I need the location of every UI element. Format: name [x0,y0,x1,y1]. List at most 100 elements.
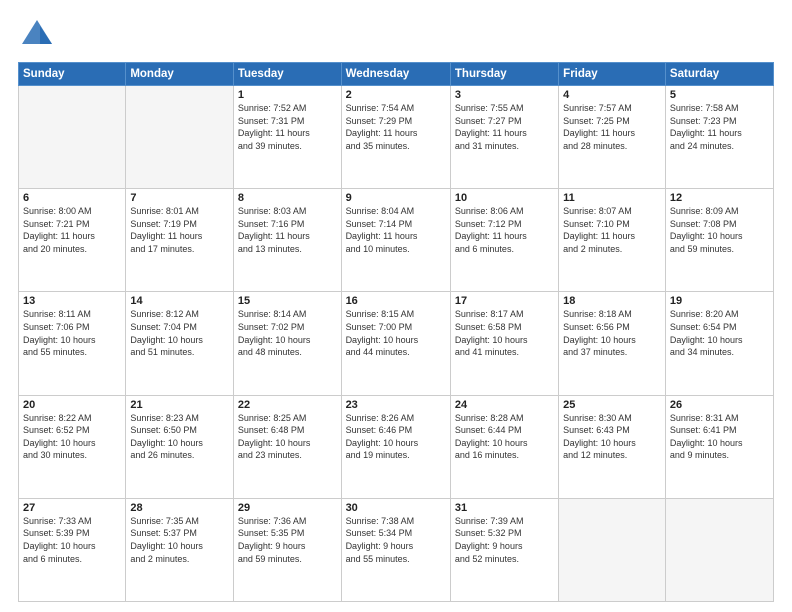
calendar-cell: 17Sunrise: 8:17 AM Sunset: 6:58 PM Dayli… [450,292,558,395]
day-number: 23 [346,399,446,411]
day-detail: Sunrise: 7:38 AM Sunset: 5:34 PM Dayligh… [346,515,446,565]
day-number: 13 [23,295,121,307]
calendar-cell: 23Sunrise: 8:26 AM Sunset: 6:46 PM Dayli… [341,395,450,498]
calendar-cell: 2Sunrise: 7:54 AM Sunset: 7:29 PM Daylig… [341,86,450,189]
calendar-cell: 18Sunrise: 8:18 AM Sunset: 6:56 PM Dayli… [559,292,666,395]
calendar-cell: 5Sunrise: 7:58 AM Sunset: 7:23 PM Daylig… [665,86,773,189]
day-number: 30 [346,502,446,514]
day-detail: Sunrise: 7:52 AM Sunset: 7:31 PM Dayligh… [238,102,337,152]
day-detail: Sunrise: 8:06 AM Sunset: 7:12 PM Dayligh… [455,205,554,255]
day-number: 12 [670,192,769,204]
calendar-cell: 11Sunrise: 8:07 AM Sunset: 7:10 PM Dayli… [559,189,666,292]
day-number: 20 [23,399,121,411]
day-number: 14 [130,295,229,307]
day-detail: Sunrise: 8:31 AM Sunset: 6:41 PM Dayligh… [670,412,769,462]
day-number: 27 [23,502,121,514]
calendar-cell: 6Sunrise: 8:00 AM Sunset: 7:21 PM Daylig… [19,189,126,292]
calendar-cell: 7Sunrise: 8:01 AM Sunset: 7:19 PM Daylig… [126,189,234,292]
day-detail: Sunrise: 8:30 AM Sunset: 6:43 PM Dayligh… [563,412,661,462]
calendar-cell: 15Sunrise: 8:14 AM Sunset: 7:02 PM Dayli… [233,292,341,395]
day-detail: Sunrise: 8:25 AM Sunset: 6:48 PM Dayligh… [238,412,337,462]
calendar-cell: 29Sunrise: 7:36 AM Sunset: 5:35 PM Dayli… [233,498,341,601]
calendar-weekday-monday: Monday [126,63,234,86]
day-number: 16 [346,295,446,307]
calendar-cell: 22Sunrise: 8:25 AM Sunset: 6:48 PM Dayli… [233,395,341,498]
calendar-week-row: 27Sunrise: 7:33 AM Sunset: 5:39 PM Dayli… [19,498,774,601]
calendar-cell [559,498,666,601]
day-number: 5 [670,89,769,101]
day-detail: Sunrise: 7:57 AM Sunset: 7:25 PM Dayligh… [563,102,661,152]
calendar-cell: 13Sunrise: 8:11 AM Sunset: 7:06 PM Dayli… [19,292,126,395]
calendar-cell: 25Sunrise: 8:30 AM Sunset: 6:43 PM Dayli… [559,395,666,498]
day-number: 6 [23,192,121,204]
day-number: 24 [455,399,554,411]
calendar-cell: 30Sunrise: 7:38 AM Sunset: 5:34 PM Dayli… [341,498,450,601]
header [18,16,774,54]
calendar-weekday-tuesday: Tuesday [233,63,341,86]
day-detail: Sunrise: 8:00 AM Sunset: 7:21 PM Dayligh… [23,205,121,255]
day-detail: Sunrise: 8:07 AM Sunset: 7:10 PM Dayligh… [563,205,661,255]
calendar-cell: 12Sunrise: 8:09 AM Sunset: 7:08 PM Dayli… [665,189,773,292]
day-number: 2 [346,89,446,101]
page: SundayMondayTuesdayWednesdayThursdayFrid… [0,0,792,612]
day-number: 25 [563,399,661,411]
day-detail: Sunrise: 8:22 AM Sunset: 6:52 PM Dayligh… [23,412,121,462]
day-number: 21 [130,399,229,411]
calendar-cell: 26Sunrise: 8:31 AM Sunset: 6:41 PM Dayli… [665,395,773,498]
day-number: 18 [563,295,661,307]
calendar-week-row: 13Sunrise: 8:11 AM Sunset: 7:06 PM Dayli… [19,292,774,395]
calendar-cell [126,86,234,189]
calendar-cell: 4Sunrise: 7:57 AM Sunset: 7:25 PM Daylig… [559,86,666,189]
day-detail: Sunrise: 8:12 AM Sunset: 7:04 PM Dayligh… [130,308,229,358]
calendar-cell: 3Sunrise: 7:55 AM Sunset: 7:27 PM Daylig… [450,86,558,189]
calendar-cell: 8Sunrise: 8:03 AM Sunset: 7:16 PM Daylig… [233,189,341,292]
day-detail: Sunrise: 8:01 AM Sunset: 7:19 PM Dayligh… [130,205,229,255]
calendar-weekday-wednesday: Wednesday [341,63,450,86]
calendar-cell: 1Sunrise: 7:52 AM Sunset: 7:31 PM Daylig… [233,86,341,189]
day-number: 22 [238,399,337,411]
day-detail: Sunrise: 8:03 AM Sunset: 7:16 PM Dayligh… [238,205,337,255]
calendar-cell: 14Sunrise: 8:12 AM Sunset: 7:04 PM Dayli… [126,292,234,395]
day-detail: Sunrise: 8:17 AM Sunset: 6:58 PM Dayligh… [455,308,554,358]
day-detail: Sunrise: 8:23 AM Sunset: 6:50 PM Dayligh… [130,412,229,462]
day-detail: Sunrise: 7:55 AM Sunset: 7:27 PM Dayligh… [455,102,554,152]
day-detail: Sunrise: 8:15 AM Sunset: 7:00 PM Dayligh… [346,308,446,358]
calendar-header-row: SundayMondayTuesdayWednesdayThursdayFrid… [19,63,774,86]
calendar-cell: 21Sunrise: 8:23 AM Sunset: 6:50 PM Dayli… [126,395,234,498]
day-number: 11 [563,192,661,204]
day-number: 1 [238,89,337,101]
day-number: 28 [130,502,229,514]
day-number: 31 [455,502,554,514]
calendar-weekday-sunday: Sunday [19,63,126,86]
day-detail: Sunrise: 7:33 AM Sunset: 5:39 PM Dayligh… [23,515,121,565]
calendar-cell: 19Sunrise: 8:20 AM Sunset: 6:54 PM Dayli… [665,292,773,395]
day-detail: Sunrise: 7:36 AM Sunset: 5:35 PM Dayligh… [238,515,337,565]
calendar-cell: 28Sunrise: 7:35 AM Sunset: 5:37 PM Dayli… [126,498,234,601]
day-detail: Sunrise: 8:04 AM Sunset: 7:14 PM Dayligh… [346,205,446,255]
day-detail: Sunrise: 7:54 AM Sunset: 7:29 PM Dayligh… [346,102,446,152]
day-detail: Sunrise: 8:28 AM Sunset: 6:44 PM Dayligh… [455,412,554,462]
day-number: 19 [670,295,769,307]
calendar-cell: 31Sunrise: 7:39 AM Sunset: 5:32 PM Dayli… [450,498,558,601]
day-number: 17 [455,295,554,307]
day-detail: Sunrise: 7:39 AM Sunset: 5:32 PM Dayligh… [455,515,554,565]
calendar-week-row: 20Sunrise: 8:22 AM Sunset: 6:52 PM Dayli… [19,395,774,498]
day-number: 10 [455,192,554,204]
day-detail: Sunrise: 7:35 AM Sunset: 5:37 PM Dayligh… [130,515,229,565]
day-number: 9 [346,192,446,204]
logo-icon [18,16,56,54]
day-number: 4 [563,89,661,101]
calendar-weekday-friday: Friday [559,63,666,86]
calendar-cell [665,498,773,601]
day-number: 26 [670,399,769,411]
calendar-cell: 16Sunrise: 8:15 AM Sunset: 7:00 PM Dayli… [341,292,450,395]
calendar-week-row: 1Sunrise: 7:52 AM Sunset: 7:31 PM Daylig… [19,86,774,189]
day-number: 7 [130,192,229,204]
day-detail: Sunrise: 8:18 AM Sunset: 6:56 PM Dayligh… [563,308,661,358]
calendar-cell: 27Sunrise: 7:33 AM Sunset: 5:39 PM Dayli… [19,498,126,601]
day-number: 8 [238,192,337,204]
day-number: 3 [455,89,554,101]
calendar-weekday-thursday: Thursday [450,63,558,86]
calendar-table: SundayMondayTuesdayWednesdayThursdayFrid… [18,62,774,602]
day-detail: Sunrise: 8:11 AM Sunset: 7:06 PM Dayligh… [23,308,121,358]
